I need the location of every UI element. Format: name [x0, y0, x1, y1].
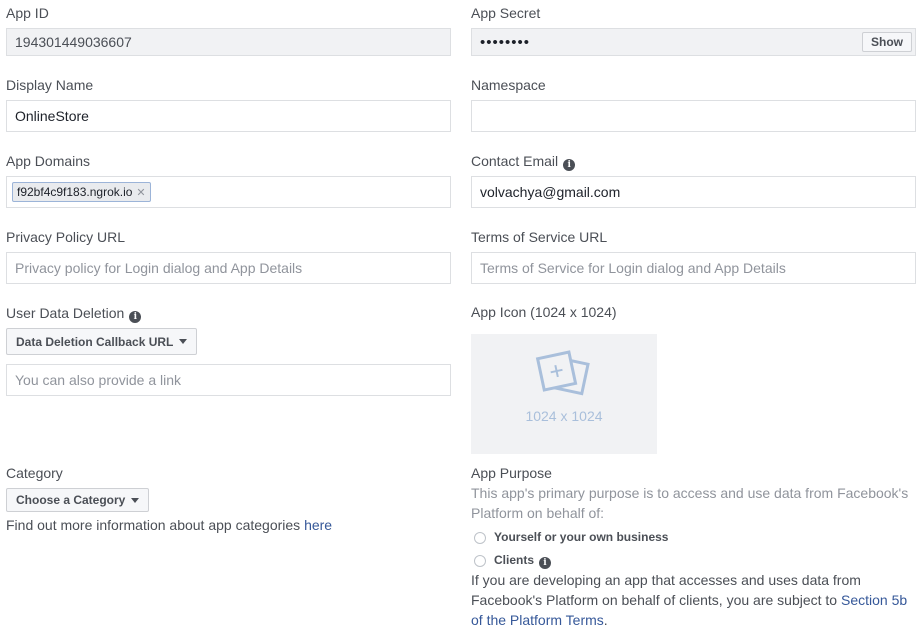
category-dropdown[interactable]: Choose a Category [6, 488, 150, 512]
privacy-policy-input[interactable] [6, 252, 451, 284]
app-purpose-note-2: Facebook's Platform on behalf of clients… [471, 592, 907, 608]
category-dropdown-label: Choose a Category [16, 493, 126, 507]
radio-clients[interactable] [474, 555, 486, 567]
info-icon[interactable]: i [129, 311, 142, 323]
app-purpose-note-2-text: Facebook's Platform on behalf of clients… [471, 592, 841, 608]
app-purpose-note-1: If you are developing an app that access… [471, 572, 861, 588]
app-secret-label: App Secret [471, 5, 541, 21]
info-icon[interactable]: i [539, 557, 552, 569]
category-info-sentence: Find out more information about app cate… [6, 517, 305, 533]
user-data-deletion-label: User Data Deletion i [6, 305, 142, 323]
app-secret-value: •••••••• [480, 33, 531, 51]
contact-email-label-text: Contact Email [471, 153, 559, 169]
radio-clients-label[interactable]: Clients i [494, 553, 552, 569]
info-icon[interactable]: i [563, 159, 576, 171]
namespace-label: Namespace [471, 77, 546, 93]
user-data-deletion-label-text: User Data Deletion [6, 305, 125, 321]
terms-of-service-input[interactable] [471, 252, 916, 284]
data-deletion-dropdown-label: Data Deletion Callback URL [16, 334, 174, 349]
image-upload-icon [535, 350, 590, 396]
privacy-policy-label: Privacy Policy URL [6, 229, 126, 245]
app-secret-field: •••••••• [471, 28, 916, 56]
app-purpose-description-2: Platform on behalf of: [471, 505, 605, 521]
section-5b-link[interactable]: Section 5b [841, 592, 907, 608]
contact-email-label: Contact Email i [471, 153, 576, 171]
category-info-text: Find out more information about app cate… [6, 517, 332, 533]
app-icon-upload[interactable]: 1024 x 1024 [471, 334, 657, 454]
domain-tag: f92bf4c9f183.ngrok.io ✕ [12, 182, 151, 202]
data-deletion-dropdown[interactable]: Data Deletion Callback URL [6, 328, 198, 355]
app-icon-size-text: 1024 x 1024 [525, 408, 603, 424]
app-id-label: App ID [6, 5, 49, 21]
terms-of-service-label: Terms of Service URL [471, 229, 608, 245]
display-name-input[interactable] [6, 100, 451, 132]
namespace-input[interactable] [471, 100, 916, 132]
display-name-label: Display Name [6, 77, 94, 93]
app-id-field: 194301449036607 [6, 28, 451, 56]
contact-email-input[interactable] [471, 176, 916, 208]
category-info-link[interactable]: here [304, 517, 332, 533]
chevron-down-icon [131, 497, 140, 503]
radio-yourself[interactable] [474, 532, 486, 544]
domain-tag-text: f92bf4c9f183.ngrok.io [17, 185, 133, 199]
data-deletion-link-input[interactable] [6, 364, 451, 396]
radio-yourself-label[interactable]: Yourself or your own business [494, 530, 668, 544]
app-domains-label: App Domains [6, 153, 91, 169]
show-secret-button[interactable]: Show [862, 32, 912, 52]
app-domains-input[interactable]: f92bf4c9f183.ngrok.io ✕ [6, 176, 451, 208]
app-purpose-label: App Purpose [471, 465, 552, 481]
app-purpose-description-1: This app's primary purpose is to access … [471, 485, 909, 501]
chevron-down-icon [179, 339, 188, 344]
category-label: Category [6, 465, 63, 481]
remove-tag-icon[interactable]: ✕ [136, 186, 145, 199]
app-icon-label: App Icon (1024 x 1024) [471, 304, 617, 320]
radio-clients-text: Clients [494, 553, 535, 567]
